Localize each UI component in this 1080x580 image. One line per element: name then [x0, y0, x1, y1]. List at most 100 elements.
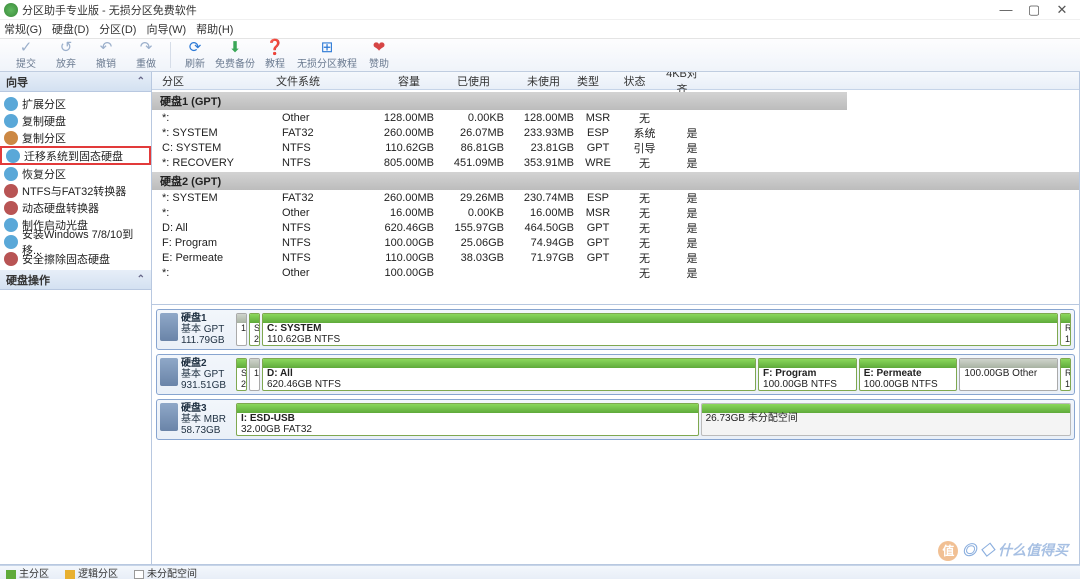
sidebar-item-label: 安全擦除固态硬盘	[22, 251, 110, 267]
ops-header[interactable]: 硬盘操作⌃	[0, 270, 151, 290]
app-title: 分区助手专业版 - 无损分区免费软件	[22, 2, 992, 18]
wizard-header[interactable]: 向导⌃	[0, 72, 151, 92]
maximize-button[interactable]: ▢	[1020, 1, 1048, 19]
donate-button[interactable]: ❤赞助	[359, 40, 399, 70]
partition-bar[interactable]: I: ESD-USB32.00GB FAT32	[236, 403, 699, 436]
tutorial-button[interactable]: ❓教程	[255, 40, 295, 70]
menu-help[interactable]: 帮助(H)	[196, 21, 233, 37]
partition-bar[interactable]: S2.	[236, 358, 247, 391]
col-stat[interactable]: 状态	[612, 73, 657, 89]
partition-bar[interactable]: 1.	[249, 358, 260, 391]
disk-maps: 硬盘1基本 GPT111.79GB1.S2.C: SYSTEM110.62GB …	[152, 304, 1079, 448]
sidebar-item-label: 动态硬盘转换器	[22, 200, 99, 216]
disk-map[interactable]: 硬盘2基本 GPT931.51GBS2.1.D: All620.46GB NTF…	[156, 354, 1075, 395]
minimize-button[interactable]: —	[992, 1, 1020, 19]
partition-row[interactable]: F: ProgramNTFS100.00GB25.06GB74.94GBGPT无…	[152, 235, 1079, 250]
partition-bar[interactable]: D: All620.46GB NTFS	[262, 358, 756, 391]
sidebar-item-label: 复制分区	[22, 130, 66, 146]
partition-bar[interactable]: C: SYSTEM110.62GB NTFS	[262, 313, 1058, 346]
lossless-button[interactable]: ⊞无损分区教程	[295, 40, 359, 70]
col-partition[interactable]: 分区	[152, 73, 272, 89]
app-icon	[4, 3, 18, 17]
statusbar: 主分区 逻辑分区 未分配空间	[0, 565, 1080, 579]
sidebar-item[interactable]: NTFS与FAT32转换器	[0, 182, 151, 199]
sidebar-item-label: 复制硬盘	[22, 113, 66, 129]
chevron-icon: ⌃	[137, 76, 145, 87]
col-fs[interactable]: 文件系统	[272, 73, 354, 89]
grid-header: 分区 文件系统 容量 已使用 未使用 类型 状态 4KB对齐	[152, 72, 1079, 90]
chevron-icon: ⌃	[137, 274, 145, 285]
sidebar-item-label: 扩展分区	[22, 96, 66, 112]
disk-header[interactable]: 硬盘1 (GPT)	[152, 92, 847, 110]
partition-row[interactable]: *: SYSTEMFAT32260.00MB29.26MB230.74MBESP…	[152, 190, 1079, 205]
sidebar-item[interactable]: 复制硬盘	[0, 112, 151, 129]
sidebar-item[interactable]: 迁移系统到固态硬盘	[0, 146, 151, 165]
partition-row[interactable]: C: SYSTEMNTFS110.62GB86.81GB23.81GBGPT引导…	[152, 140, 1079, 155]
wizard-icon	[4, 218, 18, 232]
disk-header[interactable]: 硬盘2 (GPT)	[152, 172, 1079, 190]
disk-label: 硬盘1基本 GPT111.79GB	[181, 313, 233, 346]
redo-button[interactable]: ↷重做	[126, 40, 166, 70]
wizard-icon	[4, 184, 18, 198]
menubar: 常规(G) 硬盘(D) 分区(D) 向导(W) 帮助(H)	[0, 20, 1080, 38]
wizard-icon	[4, 97, 18, 111]
col-cap[interactable]: 容量	[354, 73, 424, 89]
legend-primary: 主分区	[6, 565, 49, 580]
disk-label: 硬盘2基本 GPT931.51GB	[181, 358, 233, 391]
col-type[interactable]: 类型	[564, 73, 612, 89]
disk-map[interactable]: 硬盘3基本 MBR58.73GBI: ESD-USB32.00GB FAT322…	[156, 399, 1075, 440]
sidebar-item[interactable]: 安装Windows 7/8/10到移...	[0, 233, 151, 250]
legend-logical: 逻辑分区	[65, 565, 118, 580]
partition-bar[interactable]: F: Program100.00GB NTFS	[758, 358, 857, 391]
partition-bar[interactable]: S2.	[249, 313, 260, 346]
commit-button[interactable]: ✓提交	[6, 40, 46, 70]
sidebar: 向导⌃ 扩展分区复制硬盘复制分区迁移系统到固态硬盘恢复分区NTFS与FAT32转…	[0, 72, 152, 565]
partition-row[interactable]: D: AllNTFS620.46GB155.97GB464.50GBGPT无是	[152, 220, 1079, 235]
partition-row[interactable]: *: SYSTEMFAT32260.00MB26.07MB233.93MBESP…	[152, 125, 1079, 140]
partition-row[interactable]: E: PermeateNTFS110.00GB38.03GB71.97GBGPT…	[152, 250, 1079, 265]
col-free[interactable]: 未使用	[494, 73, 564, 89]
content: 分区 文件系统 容量 已使用 未使用 类型 状态 4KB对齐 硬盘1 (GPT)…	[152, 72, 1080, 565]
partition-bar[interactable]: R..1.8...	[1060, 313, 1071, 346]
menu-general[interactable]: 常规(G)	[4, 21, 42, 37]
partition-bar[interactable]: R1.8.	[1060, 358, 1071, 391]
partition-row[interactable]: *:Other100.00GB无是	[152, 265, 1079, 280]
sidebar-item-label: 迁移系统到固态硬盘	[24, 148, 123, 164]
sidebar-item[interactable]: 复制分区	[0, 129, 151, 146]
partition-grid[interactable]: 硬盘1 (GPT)*:Other128.00MB0.00KB128.00MBMS…	[152, 90, 1079, 304]
legend-unalloc: 未分配空间	[134, 565, 197, 580]
wizard-icon	[4, 235, 18, 249]
undo-button[interactable]: ↶撤销	[86, 40, 126, 70]
partition-bar[interactable]: E: Permeate100.00GB NTFS	[859, 358, 958, 391]
wizard-icon	[6, 149, 20, 163]
backup-button[interactable]: ⬇免费备份	[215, 40, 255, 70]
wizard-icon	[4, 131, 18, 145]
col-used[interactable]: 已使用	[424, 73, 494, 89]
menu-partition[interactable]: 分区(D)	[99, 21, 136, 37]
partition-bar[interactable]: 100.00GB Other	[959, 358, 1058, 391]
wizard-icon	[4, 114, 18, 128]
disk-map[interactable]: 硬盘1基本 GPT111.79GB1.S2.C: SYSTEM110.62GB …	[156, 309, 1075, 350]
sidebar-item[interactable]: 恢复分区	[0, 165, 151, 182]
sidebar-item[interactable]: 扩展分区	[0, 95, 151, 112]
titlebar: 分区助手专业版 - 无损分区免费软件 — ▢ ✕	[0, 0, 1080, 20]
sidebar-item-label: NTFS与FAT32转换器	[22, 183, 126, 199]
partition-row[interactable]: *:Other128.00MB0.00KB128.00MBMSR无	[152, 110, 1079, 125]
toolbar: ✓提交 ↺放弃 ↶撤销 ↷重做 ⟳刷新 ⬇免费备份 ❓教程 ⊞无损分区教程 ❤赞…	[0, 38, 1080, 72]
menu-wizard[interactable]: 向导(W)	[146, 21, 186, 37]
refresh-button[interactable]: ⟳刷新	[175, 40, 215, 70]
partition-row[interactable]: *: RECOVERYNTFS805.00MB451.09MB353.91MBW…	[152, 155, 1079, 170]
wizard-icon	[4, 201, 18, 215]
menu-disk[interactable]: 硬盘(D)	[52, 21, 89, 37]
partition-bar[interactable]: 26.73GB 未分配空间	[701, 403, 1071, 436]
sidebar-item[interactable]: 动态硬盘转换器	[0, 199, 151, 216]
disk-icon	[160, 358, 178, 386]
wizard-icon	[4, 167, 18, 181]
disk-icon	[160, 403, 178, 431]
partition-row[interactable]: *:Other16.00MB0.00KB16.00MBMSR无是	[152, 205, 1079, 220]
partition-bar[interactable]: 1.	[236, 313, 247, 346]
wizard-icon	[4, 252, 18, 266]
sidebar-item-label: 恢复分区	[22, 166, 66, 182]
close-button[interactable]: ✕	[1048, 1, 1076, 19]
discard-button[interactable]: ↺放弃	[46, 40, 86, 70]
